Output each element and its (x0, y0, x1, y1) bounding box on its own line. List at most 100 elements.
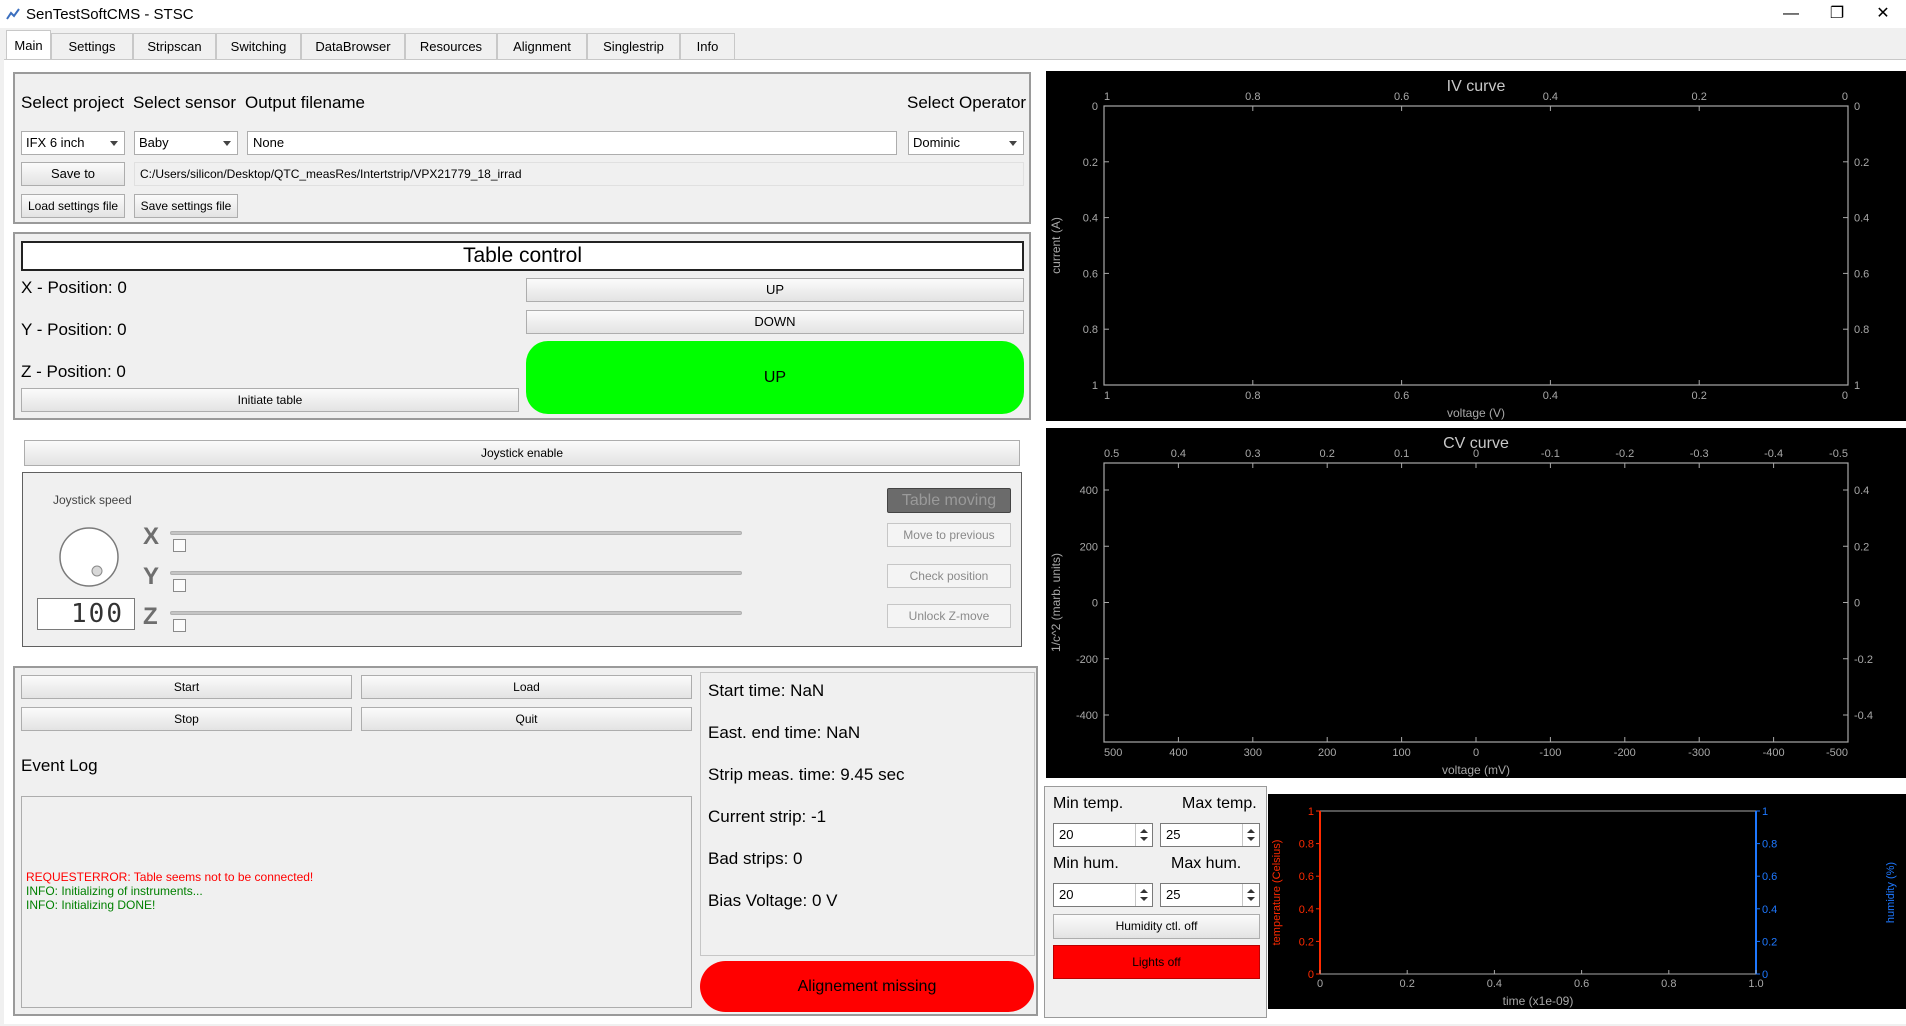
x-tick-label: 0.2 (1400, 978, 1415, 990)
tab-singlestrip[interactable]: Singlestrip (587, 33, 680, 59)
x-tick-label: 0.2 (1692, 390, 1707, 402)
initiate-table-button[interactable]: Initiate table (21, 388, 519, 412)
save-to-button[interactable]: Save to (21, 162, 125, 186)
axis-y-label: Y (143, 563, 160, 590)
axis-x-label: X (143, 523, 160, 550)
min-temp-spinbox[interactable]: 20 (1053, 823, 1153, 847)
max-temp-spinbox[interactable]: 25 (1160, 823, 1260, 847)
speed-dial[interactable] (57, 525, 121, 589)
table-down-button[interactable]: DOWN (526, 310, 1024, 334)
tab-switching[interactable]: Switching (216, 33, 301, 59)
plot-frame (1103, 462, 1849, 743)
x-tick-label-top: 0.8 (1245, 91, 1260, 103)
temp-tick-label: 0.2 (1299, 936, 1314, 948)
table-up-button[interactable]: UP (526, 278, 1024, 302)
output-filename-input[interactable]: None (247, 131, 897, 155)
x-tick-label: 0.6 (1574, 978, 1589, 990)
joystick-enable-button[interactable]: Joystick enable (24, 440, 1020, 466)
y-axis-label: 1/c^2 (marb. units) (1049, 553, 1063, 652)
hum-tick-label: 0.6 (1762, 871, 1777, 883)
tab-databrowser[interactable]: DataBrowser (301, 33, 405, 59)
select-sensor-label: Select sensor (133, 93, 236, 112)
x-axis-label: voltage (mV) (1442, 763, 1510, 777)
y-speed-slider[interactable] (170, 571, 742, 575)
cv-curve-plot[interactable]: CV curve voltage (mV) 1/c^2 (marb. units) 5… (1046, 428, 1906, 778)
check-position-button[interactable]: Check position (887, 564, 1011, 588)
cv-curve-canvas: CV curvevoltage (mV)1/c^2 (marb. units)5… (1049, 435, 1873, 777)
y-tick-label-right: 0 (1854, 598, 1860, 610)
save-path-field[interactable]: C:/Users/silicon/Desktop/QTC_measRes/Int… (134, 162, 1024, 186)
x-tick-label: -300 (1688, 747, 1710, 759)
stop-button[interactable]: Stop (21, 707, 352, 731)
x-tick-label: 100 (1392, 747, 1410, 759)
tab-info[interactable]: Info (680, 33, 735, 59)
chevron-down-icon (110, 141, 118, 146)
x-speed-slider[interactable] (170, 531, 742, 535)
humidity-axis-label: humidity (%) (1885, 862, 1897, 923)
project-select[interactable]: IFX 6 inch (21, 131, 125, 155)
operator-select[interactable]: Dominic (908, 131, 1024, 155)
spin-arrows-icon[interactable] (1135, 884, 1152, 906)
tab-settings[interactable]: Settings (51, 33, 133, 59)
y-tick-label: 0.2 (1083, 157, 1098, 169)
x-tick-label-top: -0.4 (1764, 448, 1783, 460)
plot-title: IV curve (1447, 78, 1506, 95)
z-speed-slider[interactable] (170, 611, 742, 615)
humidity-control-button[interactable]: Humidity ctl. off (1053, 914, 1260, 939)
hum-tick-label: 0.8 (1762, 839, 1777, 851)
y-tick-label-right: 0.8 (1854, 324, 1869, 336)
y-tick-label: 1 (1092, 380, 1098, 392)
x-tick-label-top: 0 (1473, 448, 1479, 460)
y-tick-label-right: 1 (1854, 380, 1860, 392)
tab-stripscan[interactable]: Stripscan (133, 33, 216, 59)
y-tick-label-right: 0.2 (1854, 541, 1869, 553)
select-project-label: Select project (21, 93, 124, 112)
x-tick-label-top: 0.1 (1394, 448, 1409, 460)
min-hum-spinbox[interactable]: 20 (1053, 883, 1153, 907)
lights-button[interactable]: Lights off (1053, 945, 1260, 979)
sensor-select[interactable]: Baby (134, 131, 238, 155)
x-position-label: X - Position: 0 (21, 278, 127, 297)
x-tick-label-top: 0.4 (1171, 448, 1186, 460)
z-slider-handle[interactable] (173, 619, 186, 632)
spin-arrows-icon[interactable] (1135, 824, 1152, 846)
min-temp-value: 20 (1059, 827, 1074, 842)
x-tick-label-top: -0.1 (1541, 448, 1560, 460)
start-time-label: Start time: NaN (708, 681, 825, 700)
unlock-z-button[interactable]: Unlock Z-move (887, 604, 1011, 628)
environment-plot[interactable]: 0 0.2 0.4 0.6 0.8 1.0 0 0 0.2 0.2 0.4 0.4 0.6 0.6 0.8 0… (1268, 794, 1906, 1009)
tab-main[interactable]: Main (6, 30, 51, 60)
x-tick-label-top: 0.5 (1104, 448, 1119, 460)
quit-button[interactable]: Quit (361, 707, 692, 731)
tab-alignment[interactable]: Alignment (497, 33, 587, 59)
x-tick-label-top: 0.2 (1692, 91, 1707, 103)
x-tick-label: 200 (1318, 747, 1336, 759)
iv-curve-plot[interactable]: IV curve voltage (V) current (A) 1 1 0.8 0.8 0.… (1046, 71, 1906, 421)
spin-arrows-icon[interactable] (1242, 824, 1259, 846)
tab-resources[interactable]: Resources (405, 33, 497, 59)
restore-icon[interactable]: ❐ (1814, 0, 1860, 28)
y-tick-label-right: 0.2 (1854, 157, 1869, 169)
load-button[interactable]: Load (361, 675, 692, 699)
x-tick-label: -500 (1826, 747, 1848, 759)
spin-arrows-icon[interactable] (1242, 884, 1259, 906)
y-tick-label-right: 0 (1854, 101, 1860, 113)
y-slider-handle[interactable] (173, 579, 186, 592)
save-settings-button[interactable]: Save settings file (134, 194, 238, 218)
max-hum-value: 25 (1166, 887, 1181, 902)
x-slider-handle[interactable] (173, 539, 186, 552)
move-to-previous-button[interactable]: Move to previous (887, 523, 1011, 547)
plot-frame (1103, 105, 1849, 386)
minimize-icon[interactable]: — (1768, 0, 1814, 28)
z-position-label: Z - Position: 0 (21, 362, 126, 381)
iv-curve-canvas: IV curvevoltage (V)current (A)110.80.80.… (1049, 78, 1869, 420)
app-icon (6, 8, 20, 20)
max-hum-spinbox[interactable]: 25 (1160, 883, 1260, 907)
close-icon[interactable]: ✕ (1860, 0, 1906, 28)
start-button[interactable]: Start (21, 675, 352, 699)
load-settings-button[interactable]: Load settings file (21, 194, 125, 218)
x-axis-label: time (x1e-09) (1503, 994, 1574, 1008)
event-log-box[interactable]: REQUESTERROR: Table seems not to be conn… (21, 796, 692, 1008)
min-temp-label: Min temp. (1053, 795, 1124, 812)
x-tick-label-top: -0.3 (1690, 448, 1709, 460)
